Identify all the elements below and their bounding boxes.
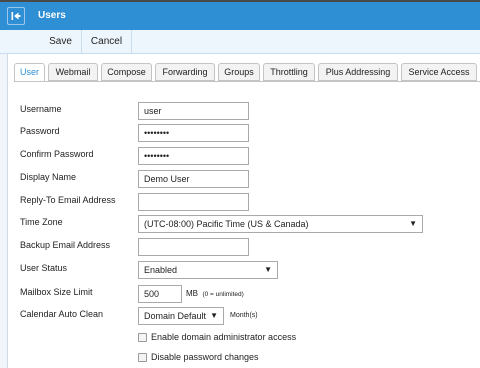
tab-webmail[interactable]: Webmail [48,63,98,81]
confirm-password-input[interactable]: •••••••• [138,147,249,165]
confirm-password-label: Confirm Password [20,149,94,159]
collapse-left-icon [11,12,21,20]
username-input[interactable] [138,102,249,120]
display-name-input[interactable] [138,170,249,188]
disable-password-changes-label[interactable]: Disable password changes [151,352,259,362]
username-label: Username [20,104,62,114]
user-status-label: User Status [20,263,68,273]
title-bar: Users [0,0,480,30]
disable-password-changes-checkbox[interactable] [138,353,147,362]
toolbar: Save Cancel [0,30,480,54]
tab-throttling[interactable]: Throttling [263,63,315,81]
reply-to-input[interactable] [138,193,249,211]
mailbox-size-unit: MB (0 = unlimited) [186,289,244,298]
enable-domain-admin-label[interactable]: Enable domain administrator access [151,332,296,342]
backup-email-input[interactable] [138,238,249,256]
calendar-auto-clean-unit: Month(s) [230,312,258,319]
window-title: Users [38,10,66,21]
tab-forwarding[interactable]: Forwarding [155,63,215,81]
reply-to-label: Reply-To Email Address [20,195,116,205]
tab-groups[interactable]: Groups [218,63,260,81]
mailbox-size-label: Mailbox Size Limit [20,287,93,297]
password-label: Password [20,126,60,136]
calendar-auto-clean-value: Domain Default [144,311,207,321]
save-button[interactable]: Save [40,30,82,54]
user-status-select[interactable]: Enabled ▼ [138,261,278,279]
tab-compose[interactable]: Compose [101,63,152,81]
collapse-button[interactable] [7,7,25,25]
tab-divider [14,81,480,82]
left-panel-edge [0,54,8,368]
cancel-button[interactable]: Cancel [82,30,132,54]
caret-down-icon: ▼ [264,265,272,274]
tab-service-access[interactable]: Service Access [401,63,477,81]
display-name-label: Display Name [20,172,77,182]
calendar-auto-clean-label: Calendar Auto Clean [20,309,104,319]
time-zone-label: Time Zone [20,217,63,227]
tab-plus-addressing[interactable]: Plus Addressing [318,63,398,81]
time-zone-value: (UTC-08:00) Pacific Time (US & Canada) [144,219,309,229]
tab-user[interactable]: User [14,63,45,82]
calendar-auto-clean-select[interactable]: Domain Default ▼ [138,307,224,325]
mailbox-size-input[interactable] [138,285,182,303]
backup-email-label: Backup Email Address [20,240,111,250]
user-status-value: Enabled [144,265,178,275]
time-zone-select[interactable]: (UTC-08:00) Pacific Time (US & Canada) ▼ [138,215,423,233]
caret-down-icon: ▼ [210,311,218,320]
password-input[interactable]: •••••••• [138,124,249,142]
caret-down-icon: ▼ [409,219,417,228]
enable-domain-admin-checkbox[interactable] [138,333,147,342]
